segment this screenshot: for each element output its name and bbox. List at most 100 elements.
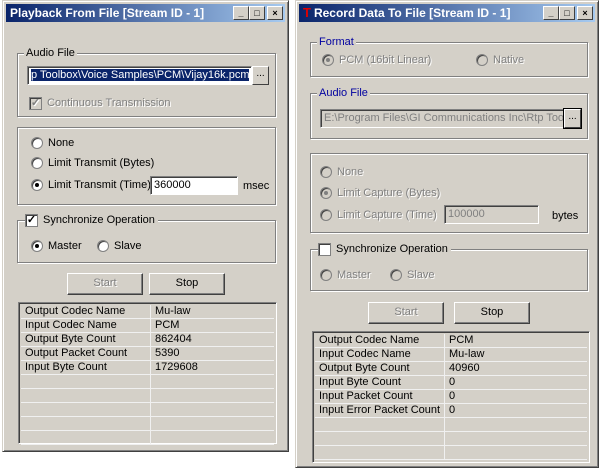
table-row[interactable] xyxy=(315,432,587,446)
record-slave-radio[interactable]: Slave xyxy=(390,268,435,282)
record-slave-label: Slave xyxy=(407,269,435,281)
table-row[interactable]: Output Byte Count 862404 xyxy=(21,333,274,347)
stat-name-cell: Input Codec Name xyxy=(21,319,151,332)
record-stats-grid[interactable]: Output Codec Name PCM Input Codec Name Mu-l… xyxy=(312,331,590,463)
maximize-button[interactable]: □ xyxy=(559,6,575,20)
table-row[interactable]: Input Codec Name PCM xyxy=(21,319,274,333)
record-audio-file-legend: Audio File xyxy=(317,87,370,100)
limit-time-label: Limit Transmit (Time) xyxy=(48,179,151,191)
stat-value-cell: 40960 xyxy=(449,362,480,374)
minimize-button[interactable]: _ xyxy=(543,6,559,20)
stat-value-cell xyxy=(445,432,587,445)
slave-radio[interactable]: Slave xyxy=(97,239,142,253)
stat-value-cell: PCM xyxy=(449,334,474,346)
limit-value-input[interactable]: 360000 xyxy=(150,176,238,195)
master-radio[interactable]: Master xyxy=(31,239,82,253)
browse-button[interactable]: ... xyxy=(252,66,269,85)
table-row[interactable]: Output Codec Name Mu-law xyxy=(21,305,274,319)
capture-unit-label: bytes xyxy=(552,210,579,222)
stat-value-cell xyxy=(151,417,274,430)
playback-window: Playback From File [Stream ID - 1] _ □ ×… xyxy=(2,0,289,452)
record-stop-button[interactable]: Stop xyxy=(454,302,530,324)
table-row[interactable] xyxy=(315,418,587,432)
stat-value-cell xyxy=(445,418,587,431)
stat-name-cell xyxy=(21,417,151,430)
start-button[interactable]: Start xyxy=(67,273,143,295)
capture-time-radio[interactable]: Limit Capture (Time) xyxy=(320,208,437,222)
stat-value-cell xyxy=(151,431,274,444)
stat-value-cell xyxy=(151,389,274,402)
stat-name-cell xyxy=(315,432,445,445)
limit-bytes-radio[interactable]: Limit Transmit (Bytes) xyxy=(31,156,154,170)
playback-titlebar[interactable]: Playback From File [Stream ID - 1] _ □ × xyxy=(6,4,285,22)
sync-label: Synchronize Operation xyxy=(43,214,155,226)
minimize-button[interactable]: _ xyxy=(233,6,249,20)
table-row[interactable] xyxy=(21,431,274,445)
audio-file-path-field[interactable]: p Toolbox\Voice Samples\PCM\Vijay16k.pcm xyxy=(27,66,252,85)
close-button[interactable]: × xyxy=(577,6,593,20)
continuous-label: Continuous Transmission xyxy=(47,97,171,109)
stat-value-cell: Mu-law xyxy=(155,305,191,317)
stat-name-cell: Output Packet Count xyxy=(21,347,151,360)
pcm-radio[interactable]: PCM (16bit Linear) xyxy=(322,53,431,67)
table-row[interactable]: Input Error Packet Count 0 xyxy=(315,404,587,418)
stat-value-cell xyxy=(445,446,587,459)
pcm-label: PCM (16bit Linear) xyxy=(339,54,432,66)
table-row[interactable] xyxy=(315,446,587,460)
limit-none-radio[interactable]: None xyxy=(31,136,74,150)
record-window: T Record Data To File [Stream ID - 1] _ □… xyxy=(295,0,599,468)
table-row[interactable]: Input Packet Count 0 xyxy=(315,390,587,404)
capture-none-radio[interactable]: None xyxy=(320,165,363,179)
record-titlebar[interactable]: T Record Data To File [Stream ID - 1] _ □… xyxy=(299,4,595,22)
stat-name-cell: Output Byte Count xyxy=(21,333,151,346)
limit-unit-label: msec xyxy=(243,180,270,192)
table-row[interactable] xyxy=(21,417,274,431)
table-row[interactable]: Output Codec Name PCM xyxy=(315,334,587,348)
capture-bytes-label: Limit Capture (Bytes) xyxy=(337,187,441,199)
capture-time-label: Limit Capture (Time) xyxy=(337,209,437,221)
stat-name-cell: Input Error Packet Count xyxy=(315,404,445,417)
capture-value-input[interactable]: 100000 xyxy=(444,205,539,224)
table-row[interactable]: Output Packet Count 5390 xyxy=(21,347,274,361)
table-row[interactable]: Input Codec Name Mu-law xyxy=(315,348,587,362)
record-master-radio[interactable]: Master xyxy=(320,268,371,282)
radio-selected-icon xyxy=(31,240,43,253)
stat-value-cell xyxy=(151,403,274,416)
record-start-button[interactable]: Start xyxy=(368,302,444,324)
unchecked-box-icon xyxy=(318,242,331,256)
table-row[interactable]: Input Byte Count 0 xyxy=(315,376,587,390)
capture-bytes-radio[interactable]: Limit Capture (Bytes) xyxy=(320,186,440,200)
stat-name-cell xyxy=(315,418,445,431)
table-row[interactable]: Output Byte Count 40960 xyxy=(315,362,587,376)
stat-name-cell: Output Codec Name xyxy=(315,334,445,347)
stop-button[interactable]: Stop xyxy=(149,273,225,295)
audio-file-path: p Toolbox\Voice Samples\PCM\Vijay16k.pcm xyxy=(31,69,250,81)
maximize-button[interactable]: □ xyxy=(249,6,265,20)
stat-name-cell: Input Byte Count xyxy=(21,361,151,374)
radio-selected-icon xyxy=(320,187,332,200)
stat-value-cell: 1729608 xyxy=(155,361,198,373)
record-sync-label: Synchronize Operation xyxy=(336,243,448,255)
table-row[interactable]: Input Byte Count 1729608 xyxy=(21,361,274,375)
record-browse-button[interactable]: ... xyxy=(563,108,582,129)
record-file-path-field[interactable]: E:\Program Files\GI Communications Inc\R… xyxy=(320,109,564,128)
master-label: Master xyxy=(48,240,82,252)
native-label: Native xyxy=(493,54,525,66)
native-radio[interactable]: Native xyxy=(476,53,524,67)
capture-none-label: None xyxy=(337,166,364,178)
sync-checkbox[interactable]: ✓ Synchronize Operation xyxy=(25,213,158,227)
table-row[interactable] xyxy=(21,389,274,403)
sync-check-icon: ✓ xyxy=(25,213,38,227)
stat-name-cell: Input Packet Count xyxy=(315,390,445,403)
close-button[interactable]: × xyxy=(267,6,283,20)
stat-value-cell xyxy=(151,375,274,388)
table-row[interactable] xyxy=(21,375,274,389)
continuous-transmission-checkbox[interactable]: ✓ Continuous Transmission xyxy=(29,96,171,110)
table-row[interactable] xyxy=(21,403,274,417)
playback-stats-grid[interactable]: Output Codec Name Mu-law Input Codec Name P… xyxy=(18,302,277,445)
stat-name-cell: Input Byte Count xyxy=(315,376,445,389)
limit-time-radio[interactable]: Limit Transmit (Time) xyxy=(31,178,151,192)
stat-name-cell xyxy=(21,389,151,402)
continuous-check-icon: ✓ xyxy=(29,96,42,110)
record-sync-checkbox[interactable]: Synchronize Operation xyxy=(318,242,451,256)
